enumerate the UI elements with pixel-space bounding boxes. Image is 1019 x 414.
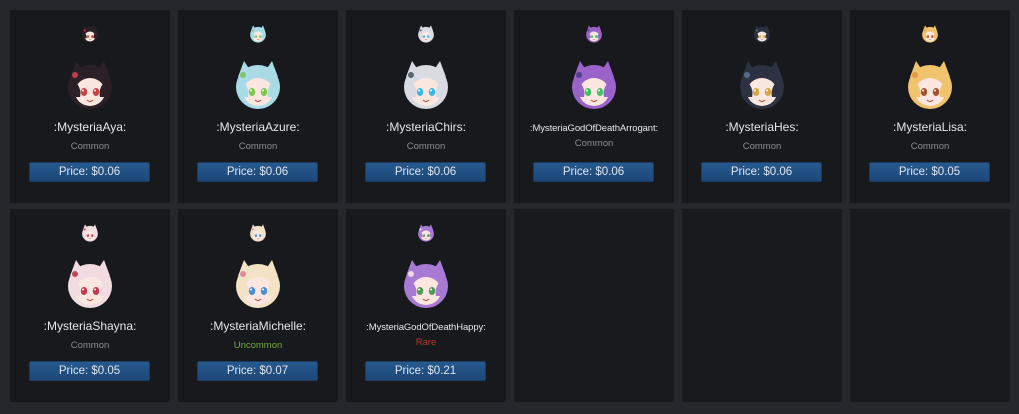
price-button[interactable]: Price: $0.06 — [365, 162, 486, 182]
emoticon-item-card[interactable]: :MysteriaChirs: Common Price: $0.06 — [346, 10, 506, 203]
price-button[interactable]: Price: $0.05 — [869, 162, 990, 182]
emoticon-small-icon — [416, 223, 436, 243]
avatar-art-svg — [418, 25, 434, 43]
avatar-art-svg — [236, 61, 280, 109]
emoticon-large-image[interactable] — [230, 256, 286, 312]
empty-slot — [514, 209, 674, 402]
emoticon-large-image[interactable] — [62, 57, 118, 113]
emoticon-small-icon — [248, 223, 268, 243]
emoticon-small-icon — [584, 24, 604, 44]
rarity-label: Uncommon — [233, 340, 283, 351]
emoticon-name: :MysteriaGodOfDeathArrogant: — [529, 123, 659, 134]
emoticon-item-card[interactable]: :MysteriaAzure: Common Price: $0.06 — [178, 10, 338, 203]
emoticon-small-icon — [416, 24, 436, 44]
rarity-label: Common — [742, 141, 782, 152]
rarity-label: Common — [574, 138, 614, 149]
emoticon-large-image[interactable] — [398, 256, 454, 312]
price-button[interactable]: Price: $0.21 — [365, 361, 486, 381]
emoticon-small-icon — [80, 24, 100, 44]
avatar-art-svg — [82, 25, 98, 43]
emoticon-small-icon — [752, 24, 772, 44]
avatar-art-svg — [236, 260, 280, 308]
avatar-art-svg — [404, 260, 448, 308]
emoticon-item-card[interactable]: :MysteriaGodOfDeathArrogant: Common Pric… — [514, 10, 674, 203]
emoticon-name: :MysteriaLisa: — [892, 120, 968, 134]
rarity-label: Common — [910, 141, 950, 152]
price-button[interactable]: Price: $0.07 — [197, 361, 318, 381]
emoticon-name: :MysteriaAya: — [53, 120, 127, 134]
price-button[interactable]: Price: $0.05 — [29, 361, 150, 381]
emoticon-large-image[interactable] — [230, 57, 286, 113]
rarity-label: Common — [70, 141, 110, 152]
avatar-art-svg — [572, 61, 616, 109]
avatar-art-svg — [250, 224, 266, 242]
emoticon-large-image[interactable] — [734, 57, 790, 113]
emoticon-item-card[interactable]: :MysteriaShayna: Common Price: $0.05 — [10, 209, 170, 402]
emoticon-name: :MysteriaGodOfDeathHappy: — [366, 322, 486, 333]
emoticon-large-image[interactable] — [902, 57, 958, 113]
price-button[interactable]: Price: $0.06 — [29, 162, 150, 182]
price-button[interactable]: Price: $0.06 — [197, 162, 318, 182]
emoticon-name: :MysteriaAzure: — [216, 120, 300, 134]
price-button[interactable]: Price: $0.06 — [701, 162, 822, 182]
emoticon-name: :MysteriaChirs: — [385, 120, 466, 134]
rarity-label: Rare — [415, 337, 437, 348]
emoticon-small-icon — [920, 24, 940, 44]
item-grid: :MysteriaAya: Common Price: $0.06:Myste… — [0, 0, 1019, 414]
avatar-art-svg — [68, 260, 112, 308]
avatar-art-svg — [250, 25, 266, 43]
emoticon-name: :MysteriaShayna: — [43, 319, 137, 333]
emoticon-small-icon — [80, 223, 100, 243]
empty-slot — [850, 209, 1010, 402]
avatar-art-svg — [82, 224, 98, 242]
avatar-art-svg — [740, 61, 784, 109]
emoticon-item-card[interactable]: :MysteriaLisa: Common Price: $0.05 — [850, 10, 1010, 203]
emoticon-large-image[interactable] — [62, 256, 118, 312]
price-button[interactable]: Price: $0.06 — [533, 162, 654, 182]
avatar-art-svg — [586, 25, 602, 43]
emoticon-name: :MysteriaMichelle: — [209, 319, 307, 333]
emoticon-name: :MysteriaHes: — [725, 120, 799, 134]
emoticon-item-card[interactable]: :MysteriaGodOfDeathHappy: Rare Price: $0… — [346, 209, 506, 402]
avatar-art-svg — [908, 61, 952, 109]
emoticon-item-card[interactable]: :MysteriaHes: Common Price: $0.06 — [682, 10, 842, 203]
emoticon-large-image[interactable] — [398, 57, 454, 113]
emoticon-item-card[interactable]: :MysteriaAya: Common Price: $0.06 — [10, 10, 170, 203]
empty-slot — [682, 209, 842, 402]
emoticon-small-icon — [248, 24, 268, 44]
rarity-label: Common — [406, 141, 446, 152]
avatar-art-svg — [754, 25, 770, 43]
rarity-label: Common — [238, 141, 278, 152]
avatar-art-svg — [418, 224, 434, 242]
emoticon-large-image[interactable] — [566, 57, 622, 113]
avatar-art-svg — [404, 61, 448, 109]
avatar-art-svg — [68, 61, 112, 109]
rarity-label: Common — [70, 340, 110, 351]
emoticon-item-card[interactable]: :MysteriaMichelle: Uncommon Price: $0.07 — [178, 209, 338, 402]
avatar-art-svg — [922, 25, 938, 43]
